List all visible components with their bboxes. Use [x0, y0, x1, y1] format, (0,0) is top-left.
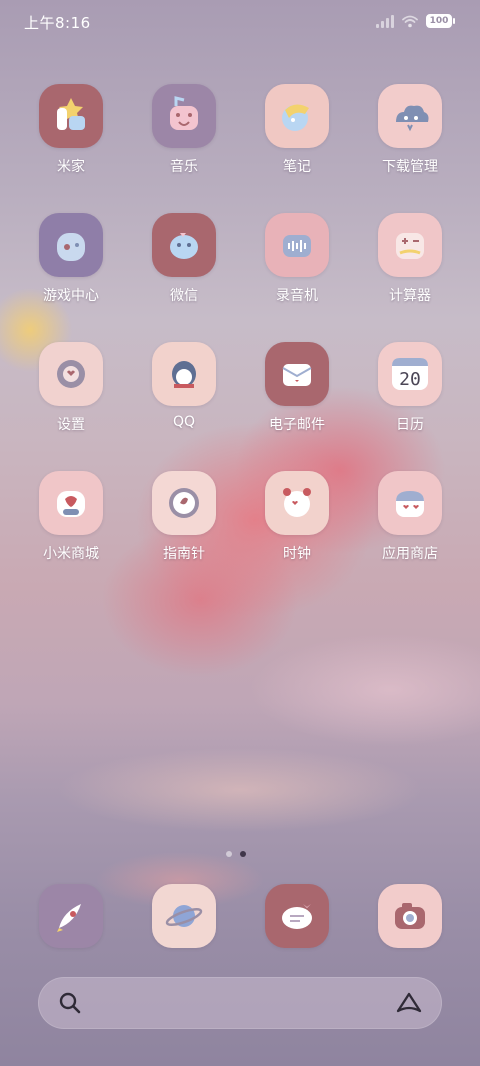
app-game-center[interactable]: 游戏中心: [21, 213, 121, 305]
app-label: 时钟: [283, 546, 311, 562]
app-app-store[interactable]: 应用商店: [360, 471, 460, 563]
clock-icon: [265, 471, 329, 535]
app-download-manager[interactable]: 下载管理: [360, 84, 460, 176]
app-clock[interactable]: 时钟: [247, 471, 347, 563]
app-label: 日历: [396, 417, 424, 433]
app-label: 设置: [57, 417, 85, 433]
music-icon: [152, 84, 216, 148]
app-label: 微信: [170, 288, 198, 304]
wifi-icon: [402, 15, 418, 27]
calculator-icon: [378, 213, 442, 277]
app-label: 笔记: [283, 159, 311, 175]
settings-icon: [39, 342, 103, 406]
app-label: QQ: [172, 414, 196, 430]
app-recorder[interactable]: 录音机: [247, 213, 347, 305]
battery-level: 100: [429, 16, 449, 26]
search-bar[interactable]: [38, 977, 442, 1029]
assistant-icon[interactable]: [396, 992, 422, 1014]
battery-icon: 100: [426, 14, 455, 28]
app-label: 米家: [57, 159, 85, 175]
app-label: 电子邮件: [269, 417, 325, 433]
status-bar: 上午8:16 100: [0, 0, 480, 46]
app-label: 指南针: [163, 546, 205, 562]
dock-camera[interactable]: [360, 884, 460, 948]
app-store-icon: [378, 471, 442, 535]
notes-icon: [265, 84, 329, 148]
app-mijia[interactable]: 米家: [21, 84, 121, 176]
app-qq[interactable]: QQ: [134, 342, 234, 430]
dock-rocket[interactable]: [21, 884, 121, 948]
qq-icon: [152, 342, 216, 406]
app-wechat[interactable]: 微信: [134, 213, 234, 305]
signal-icon: [376, 14, 394, 28]
app-label: 应用商店: [382, 546, 438, 562]
recorder-icon: [265, 213, 329, 277]
search-icon[interactable]: [58, 991, 82, 1015]
page-indicator[interactable]: [226, 851, 246, 857]
messages-icon: [265, 884, 329, 948]
app-mi-store[interactable]: 小米商城: [21, 471, 121, 563]
app-label: 计算器: [389, 288, 431, 304]
dock-browser[interactable]: [134, 884, 234, 948]
calendar-icon: 20: [378, 342, 442, 406]
app-label: 游戏中心: [43, 288, 99, 304]
app-calendar[interactable]: 20 日历: [360, 342, 460, 434]
calendar-date: 20: [399, 368, 421, 390]
game-center-icon: [39, 213, 103, 277]
email-icon: [265, 342, 329, 406]
page-dot-active[interactable]: [240, 851, 246, 857]
dock-messages[interactable]: [247, 884, 347, 948]
app-music[interactable]: 音乐: [134, 84, 234, 176]
status-time: 上午8:16: [24, 14, 91, 32]
mi-store-icon: [39, 471, 103, 535]
app-email[interactable]: 电子邮件: [247, 342, 347, 434]
mijia-icon: [39, 84, 103, 148]
app-label: 小米商城: [43, 546, 99, 562]
wechat-icon: [152, 213, 216, 277]
app-compass[interactable]: 指南针: [134, 471, 234, 563]
camera-icon: [378, 884, 442, 948]
compass-icon: [152, 471, 216, 535]
download-manager-icon: [378, 84, 442, 148]
home-screen: 上午8:16 100 米家 音乐 笔记 下载管理 游戏中心 微信 录音机 计算器…: [0, 0, 480, 1066]
app-label: 下载管理: [382, 159, 438, 175]
browser-planet-icon: [152, 884, 216, 948]
app-notes[interactable]: 笔记: [247, 84, 347, 176]
app-label: 音乐: [170, 159, 198, 175]
page-dot[interactable]: [226, 851, 232, 857]
status-icons: 100: [376, 14, 455, 28]
app-calculator[interactable]: 计算器: [360, 213, 460, 305]
app-settings[interactable]: 设置: [21, 342, 121, 434]
app-label: 录音机: [276, 288, 318, 304]
rocket-icon: [39, 884, 103, 948]
